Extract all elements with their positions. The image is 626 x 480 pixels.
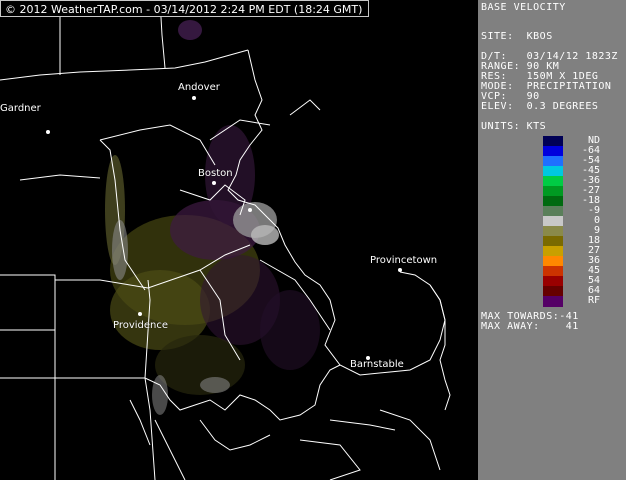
city-label-gardner: Gardner	[0, 103, 41, 114]
city-label-andover: Andover	[178, 82, 220, 93]
city-label-providence: Providence	[113, 320, 169, 331]
legend-label: RF	[587, 295, 600, 306]
city-marker-providence	[138, 312, 142, 316]
radar-site-marker	[248, 208, 252, 212]
city-label-boston: Boston	[198, 168, 233, 179]
city-marker-gardner	[46, 130, 50, 134]
elevation-text: ELEV: 0.3 DEGREES	[481, 101, 599, 112]
max-away-text: MAX AWAY: 41	[481, 321, 579, 332]
city-label-barnstable: Barnstable	[350, 359, 404, 370]
city-marker-andover	[192, 96, 196, 100]
copyright-banner: © 2012 WeatherTAP.com - 03/14/2012 2:24 …	[0, 0, 370, 17]
city-label-provincetown: Provincetown	[370, 255, 438, 266]
radar-map	[0, 0, 478, 480]
city-marker-provincetown	[398, 268, 402, 272]
units-text: UNITS: KTS	[481, 121, 547, 132]
site-text: SITE: KBOS	[481, 31, 553, 42]
city-marker-barnstable	[366, 356, 370, 360]
city-marker-boston	[212, 181, 216, 185]
product-title: BASE VELOCITY	[481, 2, 566, 13]
